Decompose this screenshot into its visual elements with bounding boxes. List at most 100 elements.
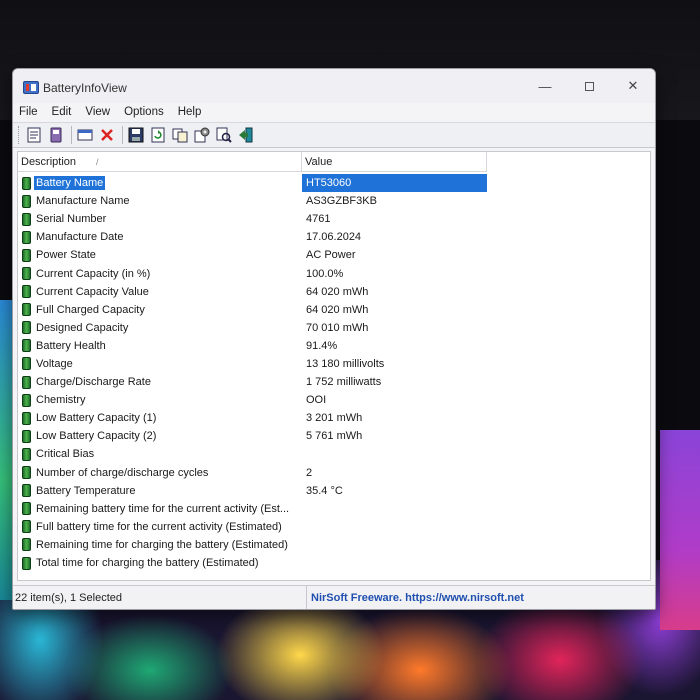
list-header: Description / Value bbox=[18, 152, 650, 172]
copy-icon[interactable] bbox=[46, 125, 66, 145]
battery-icon bbox=[22, 484, 31, 498]
report-icon[interactable] bbox=[75, 125, 95, 145]
table-row[interactable]: Power State AC Power bbox=[18, 246, 650, 264]
row-description-cell: Current Capacity Value bbox=[18, 283, 302, 301]
row-description-cell: Voltage bbox=[18, 355, 302, 373]
column-header-value-label: Value bbox=[305, 155, 333, 168]
maximize-icon bbox=[584, 81, 594, 91]
delete-icon[interactable] bbox=[97, 125, 117, 145]
menu-edit[interactable]: Edit bbox=[52, 106, 72, 118]
row-description-cell: Full battery time for the current activi… bbox=[18, 518, 302, 536]
row-label: Battery Name bbox=[34, 176, 106, 191]
row-label: Critical Bias bbox=[36, 448, 95, 461]
row-value: 35.4 °C bbox=[306, 484, 343, 497]
row-description-cell: Designed Capacity bbox=[18, 319, 302, 337]
save-icon[interactable] bbox=[126, 125, 146, 145]
column-header-description[interactable]: Description / bbox=[18, 152, 302, 172]
battery-icon bbox=[22, 411, 31, 425]
battery-icon bbox=[22, 429, 31, 443]
exit-icon[interactable] bbox=[236, 125, 256, 145]
row-label: Low Battery Capacity (2) bbox=[36, 430, 157, 443]
row-label: Battery Temperature bbox=[36, 484, 136, 497]
table-row[interactable]: Total time for charging the battery (Est… bbox=[18, 554, 650, 572]
row-value-cell: AS3GZBF3KB bbox=[302, 192, 487, 210]
menu-file[interactable]: File bbox=[19, 106, 38, 118]
table-row[interactable]: Current Capacity (in %) 100.0% bbox=[18, 264, 650, 282]
title-bar[interactable]: BatteryInfoView — ✕ bbox=[13, 69, 655, 103]
battery-icon bbox=[22, 176, 31, 190]
toolbar-grip[interactable] bbox=[18, 126, 21, 144]
row-label: Full Charged Capacity bbox=[36, 303, 145, 316]
close-button[interactable]: ✕ bbox=[613, 75, 653, 97]
battery-icon bbox=[22, 248, 31, 262]
properties-icon[interactable] bbox=[24, 125, 44, 145]
row-description-cell: Number of charge/discharge cycles bbox=[18, 464, 302, 482]
column-header-value[interactable]: Value bbox=[302, 152, 487, 172]
table-row[interactable]: Low Battery Capacity (1) 3 201 mWh bbox=[18, 409, 650, 427]
window-title: BatteryInfoView bbox=[43, 81, 127, 95]
table-row[interactable]: Charge/Discharge Rate 1 752 milliwatts bbox=[18, 373, 650, 391]
battery-icon bbox=[22, 466, 31, 480]
table-row[interactable]: Chemistry OOI bbox=[18, 391, 650, 409]
battery-info-list[interactable]: Description / Value Battery Name HT53060 M… bbox=[17, 151, 651, 581]
row-description-cell: Manufacture Name bbox=[18, 192, 302, 210]
table-row[interactable]: Manufacture Name AS3GZBF3KB bbox=[18, 192, 650, 210]
battery-icon bbox=[22, 520, 31, 534]
table-row[interactable]: Number of charge/discharge cycles 2 bbox=[18, 464, 650, 482]
table-row[interactable]: Voltage 13 180 millivolts bbox=[18, 355, 650, 373]
table-row[interactable]: Designed Capacity 70 010 mWh bbox=[18, 319, 650, 337]
toolbar bbox=[13, 122, 655, 148]
menu-view[interactable]: View bbox=[85, 106, 110, 118]
menu-options[interactable]: Options bbox=[124, 106, 164, 118]
row-value-cell: 35.4 °C bbox=[302, 482, 487, 500]
row-value: 100.0% bbox=[306, 267, 344, 280]
minimize-button[interactable]: — bbox=[525, 75, 565, 97]
row-label: Manufacture Date bbox=[36, 231, 124, 244]
row-description-cell: Total time for charging the battery (Est… bbox=[18, 554, 302, 572]
find-icon[interactable] bbox=[214, 125, 234, 145]
table-row[interactable]: Battery Name HT53060 bbox=[18, 174, 650, 193]
options-icon[interactable] bbox=[192, 125, 212, 145]
table-row[interactable]: Battery Health 91.4% bbox=[18, 337, 650, 355]
table-row[interactable]: Battery Temperature 35.4 °C bbox=[18, 482, 650, 500]
row-description-cell: Low Battery Capacity (2) bbox=[18, 427, 302, 445]
row-label: Full battery time for the current activi… bbox=[36, 520, 282, 533]
menu-help[interactable]: Help bbox=[178, 106, 202, 118]
row-value-cell: 17.06.2024 bbox=[302, 228, 487, 246]
battery-icon bbox=[22, 230, 31, 244]
wallpaper-right-edge bbox=[660, 430, 700, 630]
maximize-button[interactable] bbox=[569, 75, 609, 97]
battery-icon bbox=[22, 194, 31, 208]
row-description-cell: Remaining battery time for the current a… bbox=[18, 500, 302, 518]
row-value: HT53060 bbox=[306, 177, 352, 190]
toolbar-separator bbox=[122, 126, 123, 144]
battery-icon bbox=[22, 285, 31, 299]
row-value: 1 752 milliwatts bbox=[306, 376, 382, 389]
row-value-cell: 91.4% bbox=[302, 337, 487, 355]
table-row[interactable]: Serial Number 4761 bbox=[18, 210, 650, 228]
nirsoft-link[interactable]: NirSoft Freeware. https://www.nirsoft.ne… bbox=[307, 592, 524, 604]
table-row[interactable]: Low Battery Capacity (2) 5 761 mWh bbox=[18, 427, 650, 445]
status-item-count: 22 item(s), 1 Selected bbox=[13, 586, 307, 609]
table-row[interactable]: Manufacture Date 17.06.2024 bbox=[18, 228, 650, 246]
table-row[interactable]: Full Charged Capacity 64 020 mWh bbox=[18, 301, 650, 319]
row-label: Current Capacity (in %) bbox=[36, 267, 151, 280]
row-label: Current Capacity Value bbox=[36, 285, 149, 298]
table-row[interactable]: Current Capacity Value 64 020 mWh bbox=[18, 283, 650, 301]
row-value-cell: 4761 bbox=[302, 210, 487, 228]
battery-icon bbox=[22, 267, 31, 281]
table-row[interactable]: Critical Bias bbox=[18, 445, 650, 463]
table-row[interactable]: Full battery time for the current activi… bbox=[18, 518, 650, 536]
table-row[interactable]: Remaining battery time for the current a… bbox=[18, 500, 650, 518]
row-value-cell: 100.0% bbox=[302, 264, 487, 282]
table-row[interactable]: Remaining time for charging the battery … bbox=[18, 536, 650, 554]
row-label: Battery Health bbox=[36, 339, 106, 352]
refresh-icon[interactable] bbox=[148, 125, 168, 145]
row-label: Designed Capacity bbox=[36, 321, 129, 334]
row-value-cell: OOI bbox=[302, 391, 487, 409]
copy-items-icon[interactable] bbox=[170, 125, 190, 145]
row-value-cell bbox=[302, 518, 487, 536]
row-description-cell: Battery Temperature bbox=[18, 482, 302, 500]
row-value: AC Power bbox=[306, 249, 356, 262]
battery-icon bbox=[22, 303, 31, 317]
